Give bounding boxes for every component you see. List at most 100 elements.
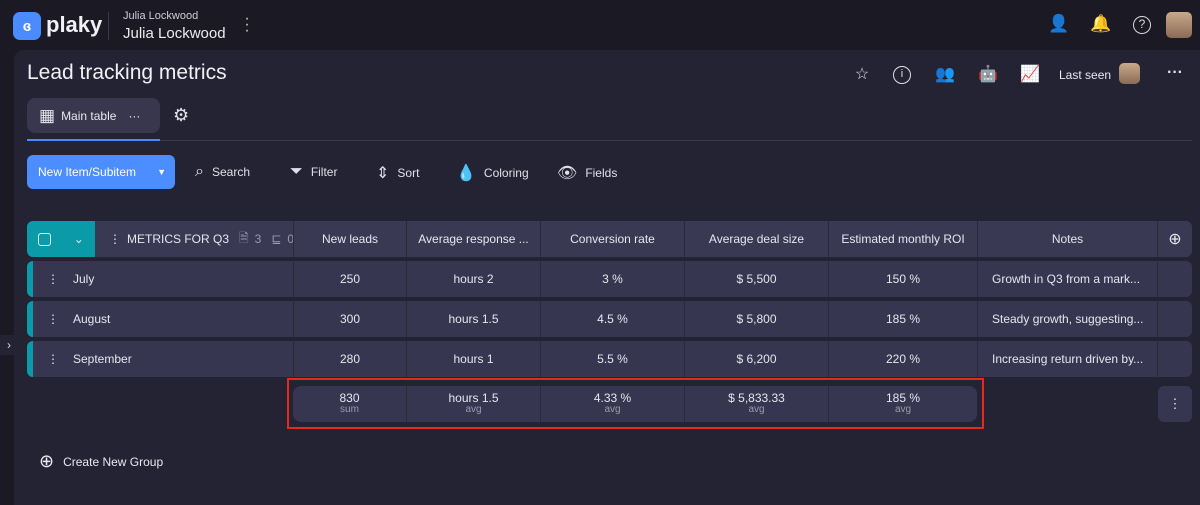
average-deal-size-cell[interactable]: $ 5,800 — [684, 301, 828, 337]
summary-menu-icon[interactable]: ⋮ — [1158, 386, 1192, 422]
help-icon[interactable]: ? — [1133, 16, 1151, 34]
star-icon[interactable]: ☆ — [851, 64, 873, 86]
automation-bot-icon[interactable]: 🤖 — [977, 64, 999, 86]
new-leads-cell[interactable]: 280 — [293, 341, 406, 377]
estimated-roi-cell[interactable]: 220 % — [828, 341, 977, 377]
members-icon[interactable]: 👥 — [934, 64, 956, 86]
table-row[interactable]: ⋮ August 300 hours 1.5 4.5 % $ 5,800 185… — [27, 301, 1192, 337]
row-menu-icon[interactable]: ⋮ — [47, 352, 59, 366]
item-name-cell[interactable]: ⋮ August — [33, 301, 293, 337]
group-controls: ⌄ — [27, 221, 95, 257]
row-menu-icon[interactable]: ⋮ — [47, 272, 59, 286]
items-count-icon: 🗎 — [239, 230, 249, 245]
average-response-cell[interactable]: hours 1 — [406, 341, 540, 377]
average-response-cell[interactable]: hours 2 — [406, 261, 540, 297]
sort-label: Sort — [397, 166, 420, 180]
last-seen-label[interactable]: Last seen — [1059, 68, 1111, 82]
coloring-button[interactable]: 💧 Coloring — [456, 163, 529, 183]
group-name-cell[interactable]: ⋮ METRICS FOR Q3 🗎 3 ⊑ 0 — [95, 221, 293, 257]
new-leads-cell[interactable]: 250 — [293, 261, 406, 297]
average-response-cell[interactable]: hours 1.5 — [406, 301, 540, 337]
column-header-conversion-rate[interactable]: Conversion rate — [540, 221, 684, 257]
new-item-label: New Item/Subitem — [38, 165, 137, 179]
filter-icon: ⏷ — [290, 163, 303, 180]
fields-label: Fields — [585, 166, 618, 180]
tab-main-table[interactable]: ▦ Main table ··· — [27, 98, 160, 133]
board-title[interactable]: Lead tracking metrics — [27, 61, 227, 85]
workspace-menu-icon[interactable]: · · · — [242, 11, 252, 39]
sort-icon: ⇕ — [376, 165, 390, 182]
eye-icon: 👁 — [557, 165, 578, 182]
expand-sidebar-chevron-icon[interactable]: › — [0, 335, 18, 355]
notes-cell[interactable]: Growth in Q3 from a mark... — [977, 261, 1157, 297]
plus-circle-icon: ⊕ — [39, 451, 55, 471]
table-row[interactable]: ⋮ September 280 hours 1 5.5 % $ 6,200 22… — [27, 341, 1192, 377]
column-header-new-leads[interactable]: New leads — [293, 221, 406, 257]
select-all-checkbox[interactable] — [38, 232, 52, 246]
conversion-rate-cell[interactable]: 3 % — [540, 261, 684, 297]
drag-handle-icon[interactable]: ⋮ — [109, 232, 121, 246]
column-header-average-response[interactable]: Average response ... — [406, 221, 540, 257]
subitems-count-icon: ⊑ — [271, 232, 282, 246]
column-header-estimated-monthly-roi[interactable]: Estimated monthly ROI — [828, 221, 977, 257]
group-name[interactable]: METRICS FOR Q3 — [127, 232, 229, 246]
add-column-icon[interactable]: ⊕ — [1157, 221, 1192, 257]
search-button[interactable]: ⌕ Search — [195, 163, 250, 181]
notes-cell[interactable]: Steady growth, suggesting... — [977, 301, 1157, 337]
item-name[interactable]: July — [73, 272, 94, 286]
empty-cell — [1157, 301, 1192, 337]
filter-button[interactable]: ⏷ Filter — [290, 163, 337, 181]
workspace-owner: Julia Lockwood — [123, 10, 199, 22]
empty-cell — [1157, 341, 1192, 377]
empty-cell — [1157, 261, 1192, 297]
divider — [27, 140, 1192, 141]
average-deal-size-cell[interactable]: $ 5,500 — [684, 261, 828, 297]
estimated-roi-cell[interactable]: 185 % — [828, 301, 977, 337]
activity-chart-icon[interactable]: 📈 — [1019, 64, 1041, 86]
filter-label: Filter — [310, 165, 338, 179]
brand-name: plaky — [46, 12, 103, 37]
conversion-rate-cell[interactable]: 5.5 % — [540, 341, 684, 377]
column-header-average-deal-size[interactable]: Average deal size — [684, 221, 828, 257]
dropdown-caret-icon[interactable]: ▼ — [157, 167, 166, 177]
sort-button[interactable]: ⇕ Sort — [376, 163, 419, 183]
estimated-roi-cell[interactable]: 150 % — [828, 261, 977, 297]
notifications-bell-icon[interactable]: 🔔 — [1090, 14, 1112, 36]
item-name[interactable]: August — [73, 312, 110, 326]
workspace-name[interactable]: Julia Lockwood — [123, 25, 226, 42]
item-name[interactable]: September — [73, 352, 132, 366]
search-label: Search — [211, 165, 250, 179]
group-header-row: ⌄ ⋮ METRICS FOR Q3 🗎 3 ⊑ 0 New leads Avera… — [27, 221, 1192, 257]
items-count: 3 — [254, 232, 262, 246]
conversion-rate-cell[interactable]: 4.5 % — [540, 301, 684, 337]
notes-cell[interactable]: Increasing return driven by... — [977, 341, 1157, 377]
row-menu-icon[interactable]: ⋮ — [47, 312, 59, 326]
column-header-notes[interactable]: Notes — [977, 221, 1157, 257]
tab-menu-icon[interactable]: ··· — [128, 109, 140, 123]
fields-button[interactable]: 👁 Fields — [557, 163, 617, 183]
create-new-group-button[interactable]: ⊕ Create New Group — [39, 451, 163, 472]
settings-gear-icon[interactable]: ⚙ — [173, 105, 189, 126]
table-row[interactable]: ⋮ July 250 hours 2 3 % $ 5,500 150 % Gro… — [27, 261, 1192, 297]
table-icon: ▦ — [39, 105, 56, 125]
top-bar: ɞ plaky Julia Lockwood Julia Lockwood · ·… — [0, 0, 1200, 50]
info-icon[interactable]: i — [893, 66, 911, 84]
divider — [108, 12, 109, 40]
tab-label: Main table — [61, 108, 117, 123]
collapse-chevron-icon[interactable]: ⌄ — [74, 232, 84, 246]
average-deal-size-cell[interactable]: $ 6,200 — [684, 341, 828, 377]
highlight-box — [287, 378, 984, 429]
more-options-icon[interactable]: ··· — [1164, 64, 1186, 86]
item-name-cell[interactable]: ⋮ September — [33, 341, 293, 377]
active-tab-indicator — [27, 139, 160, 141]
user-avatar[interactable] — [1166, 12, 1192, 38]
new-leads-cell[interactable]: 300 — [293, 301, 406, 337]
create-new-group-label: Create New Group — [63, 454, 164, 469]
coloring-label: Coloring — [483, 166, 529, 180]
search-icon: ⌕ — [195, 163, 204, 180]
plaky-logo-icon[interactable]: ɞ — [13, 12, 41, 40]
item-name-cell[interactable]: ⋮ July — [33, 261, 293, 297]
last-seen-avatar[interactable] — [1119, 63, 1140, 84]
invite-user-icon[interactable]: 👤 — [1048, 14, 1070, 36]
new-item-button[interactable]: New Item/Subitem ▼ — [27, 155, 175, 189]
